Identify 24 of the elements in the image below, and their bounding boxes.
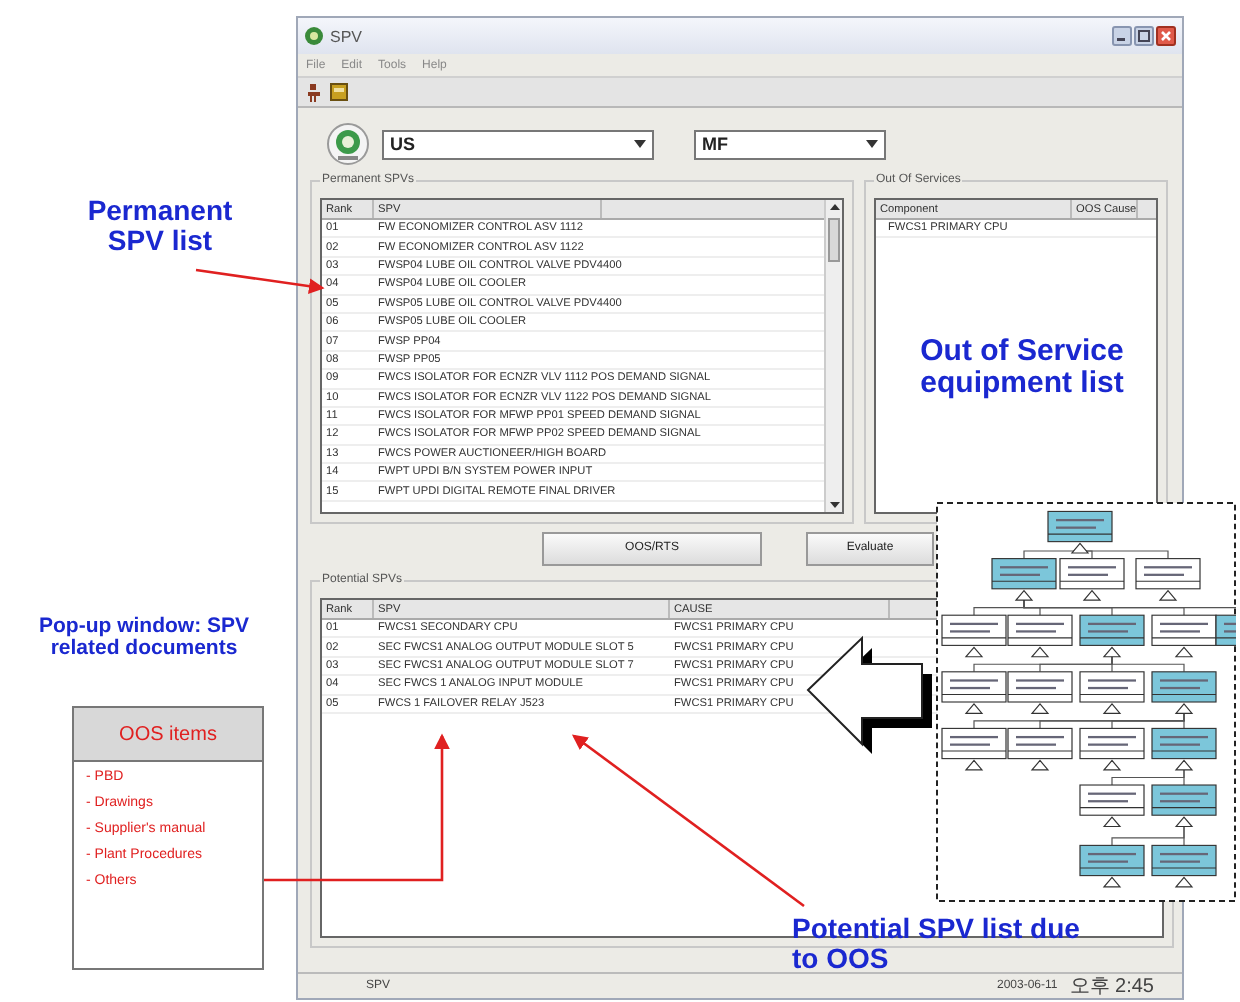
dropdown-arrow-icon	[634, 136, 646, 152]
scroll-down-icon	[827, 498, 841, 512]
emblem-icon	[326, 122, 370, 166]
app-icon	[304, 26, 324, 46]
pointer-arrow	[195, 268, 325, 294]
dropdown-arrow-icon	[866, 136, 878, 152]
close-icon	[1156, 26, 1176, 46]
callout-text: Potential SPV list due to OOS	[792, 914, 1082, 973]
dropdown[interactable]: US	[382, 129, 654, 159]
maximize-icon	[1134, 26, 1154, 46]
minimize-icon	[1112, 26, 1132, 46]
popup-title: OOS items	[74, 708, 262, 762]
scroll-up-icon	[827, 200, 841, 214]
block-arrow	[806, 635, 932, 754]
callout-text: Permanent SPV list	[85, 196, 235, 255]
callout-text: Out of Service equipment list	[918, 336, 1126, 399]
dropdown[interactable]: MF	[694, 129, 886, 159]
book-icon	[330, 82, 348, 102]
status-text: 오후 2:45	[1069, 974, 1154, 1000]
figure-icon	[306, 82, 324, 102]
scroll-thumb[interactable]	[828, 218, 840, 262]
callout-text: Pop-up window: SPV related documents	[37, 616, 251, 661]
window-title: SPV	[330, 27, 363, 45]
scrollbar[interactable]	[824, 200, 842, 512]
